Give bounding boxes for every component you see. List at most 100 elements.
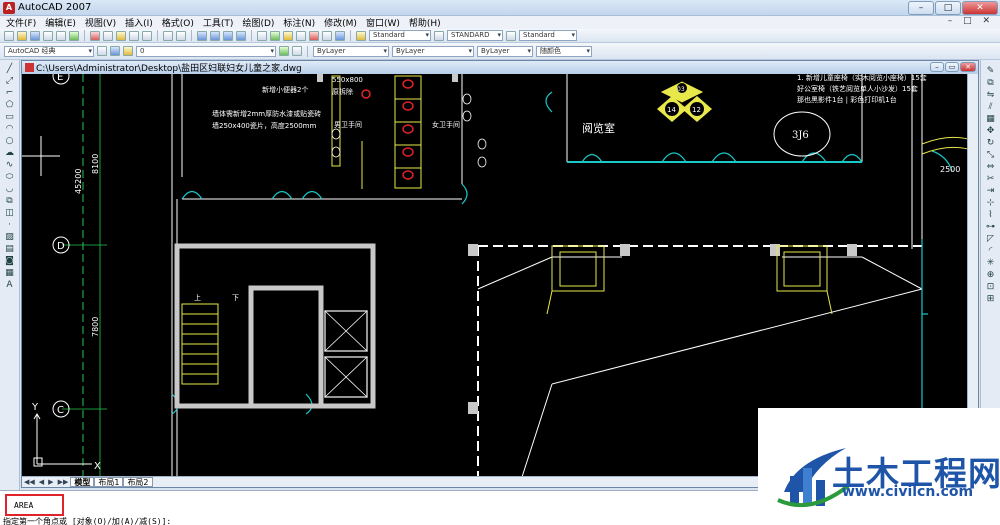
workspace-settings-icon[interactable] <box>97 46 107 56</box>
maximize-button[interactable]: □ <box>935 1 961 15</box>
workspace-select[interactable]: AutoCAD 经典 <box>4 45 94 57</box>
chamfer-icon[interactable]: ◸ <box>985 234 996 244</box>
ortho-icon[interactable]: ⊞ <box>985 294 996 304</box>
menu-dimension[interactable]: 标注(N) <box>283 16 315 29</box>
sheet-set-icon[interactable] <box>296 30 306 41</box>
properties-icon[interactable] <box>257 30 267 41</box>
block-icon[interactable] <box>142 30 152 41</box>
help-icon[interactable] <box>335 30 345 41</box>
make-current-layer-icon[interactable] <box>279 46 289 56</box>
copy-object-icon[interactable]: ⧉ <box>985 78 996 88</box>
publish-icon[interactable] <box>69 30 79 41</box>
drawing-restore-button[interactable]: ▭ <box>945 62 959 72</box>
preview-icon[interactable] <box>56 30 66 41</box>
dim-style-select[interactable]: STANDARD <box>447 30 503 41</box>
paste-icon[interactable] <box>116 30 126 41</box>
menu-window[interactable]: 窗口(W) <box>366 16 400 29</box>
design-center-icon[interactable] <box>270 30 280 41</box>
pan-icon[interactable] <box>197 30 207 41</box>
menu-insert[interactable]: 插入(I) <box>125 16 153 29</box>
menu-view[interactable]: 视图(V) <box>85 16 116 29</box>
menu-draw[interactable]: 绘图(D) <box>242 16 274 29</box>
menu-file[interactable]: 文件(F) <box>6 16 36 29</box>
lineweight-select[interactable]: ByLayer <box>477 45 533 57</box>
explode-icon[interactable]: ✳ <box>985 258 996 268</box>
point-icon[interactable]: · <box>4 220 15 230</box>
close-button[interactable]: ✕ <box>962 1 998 15</box>
scale-icon[interactable]: ⤡ <box>985 150 996 160</box>
rotate-icon[interactable]: ↻ <box>985 138 996 148</box>
table-icon[interactable]: ▦ <box>4 268 15 278</box>
polygon-icon[interactable]: ⬠ <box>4 100 15 110</box>
trim-icon[interactable]: ✂ <box>985 174 996 184</box>
mtext-icon[interactable]: A <box>4 280 15 290</box>
join-icon[interactable]: ⊶ <box>985 222 996 232</box>
tab-layout1[interactable]: 布局1 <box>94 477 124 487</box>
arc-icon[interactable]: ◠ <box>4 124 15 134</box>
plotstyle-select[interactable]: 随颜色 <box>536 45 592 57</box>
undo-icon[interactable] <box>163 30 173 41</box>
make-block-icon[interactable]: ◫ <box>4 208 15 218</box>
new-icon[interactable] <box>4 30 14 41</box>
osnap-icon[interactable]: ⊡ <box>985 282 996 292</box>
command-prompt[interactable]: 指定第一个角点或 [对象(O)/加(A)/减(S)]: <box>3 516 171 525</box>
print-icon[interactable] <box>43 30 53 41</box>
markup-icon[interactable] <box>309 30 319 41</box>
rectangle-icon[interactable]: ▭ <box>4 112 15 122</box>
redo-icon[interactable] <box>176 30 186 41</box>
tab-nav-last[interactable]: ▶▶ <box>56 478 71 486</box>
line-icon[interactable]: ╱ <box>4 64 15 74</box>
minimize-button[interactable]: – <box>908 1 934 15</box>
calculator-icon[interactable] <box>322 30 332 41</box>
hatch-icon[interactable]: ▨ <box>4 232 15 242</box>
polyline-icon[interactable]: ⌐ <box>4 88 15 98</box>
drawing-minimize-button[interactable]: – <box>930 62 944 72</box>
snap-icon[interactable]: ⊕ <box>985 270 996 280</box>
tab-layout2[interactable]: 布局2 <box>123 477 153 487</box>
offset-icon[interactable]: ⫽ <box>985 102 996 112</box>
tab-nav-prev[interactable]: ◀ <box>37 478 46 486</box>
ellipse-icon[interactable]: ⬭ <box>4 172 15 182</box>
linetype-select[interactable]: ByLayer <box>392 45 474 57</box>
menu-help[interactable]: 帮助(H) <box>409 16 441 29</box>
menu-edit[interactable]: 编辑(E) <box>45 16 76 29</box>
tab-nav-first[interactable]: ◀◀ <box>22 478 37 486</box>
tab-nav-next[interactable]: ▶ <box>46 478 55 486</box>
revision-cloud-icon[interactable]: ☁ <box>4 148 15 158</box>
mirror-icon[interactable]: ⇋ <box>985 90 996 100</box>
array-icon[interactable]: ▦ <box>985 114 996 124</box>
zoom-previous-icon[interactable] <box>236 30 246 41</box>
save-icon[interactable] <box>30 30 40 41</box>
extend-icon[interactable]: ⇥ <box>985 186 996 196</box>
menu-modify[interactable]: 修改(M) <box>324 16 357 29</box>
circle-icon[interactable]: ○ <box>4 136 15 146</box>
break-icon[interactable]: ⌇ <box>985 210 996 220</box>
zoom-realtime-icon[interactable] <box>210 30 220 41</box>
menu-format[interactable]: 格式(O) <box>162 16 194 29</box>
menu-tools[interactable]: 工具(T) <box>203 16 234 29</box>
open-icon[interactable] <box>17 30 27 41</box>
zoom-window-icon[interactable] <box>223 30 233 41</box>
move-icon[interactable]: ✥ <box>985 126 996 136</box>
tab-model[interactable]: 模型 <box>70 477 95 487</box>
erase-icon[interactable]: ✎ <box>985 66 996 76</box>
layer-state-icon[interactable] <box>123 46 133 56</box>
gradient-icon[interactable]: ▤ <box>4 244 15 254</box>
layer-previous-icon[interactable] <box>292 46 302 56</box>
tool-palettes-icon[interactable] <box>283 30 293 41</box>
insert-block-icon[interactable]: ⧉ <box>4 196 15 206</box>
text-style-select[interactable]: Standard <box>369 30 431 41</box>
construction-line-icon[interactable]: ⤢ <box>4 76 15 86</box>
layer-manager-icon[interactable] <box>110 46 120 56</box>
drawing-close-button[interactable]: ✕ <box>960 62 976 72</box>
table-style-select[interactable]: Standard <box>519 30 577 41</box>
doc-window-controls[interactable]: – □ ✕ <box>948 16 994 26</box>
color-select[interactable]: ByLayer <box>313 45 389 57</box>
spline-icon[interactable]: ∿ <box>4 160 15 170</box>
match-properties-icon[interactable] <box>129 30 139 41</box>
break-at-point-icon[interactable]: ⊹ <box>985 198 996 208</box>
cut-icon[interactable] <box>90 30 100 41</box>
copy-icon[interactable] <box>103 30 113 41</box>
layer-select[interactable]: 0 <box>136 45 276 57</box>
ellipse-arc-icon[interactable]: ◡ <box>4 184 15 194</box>
